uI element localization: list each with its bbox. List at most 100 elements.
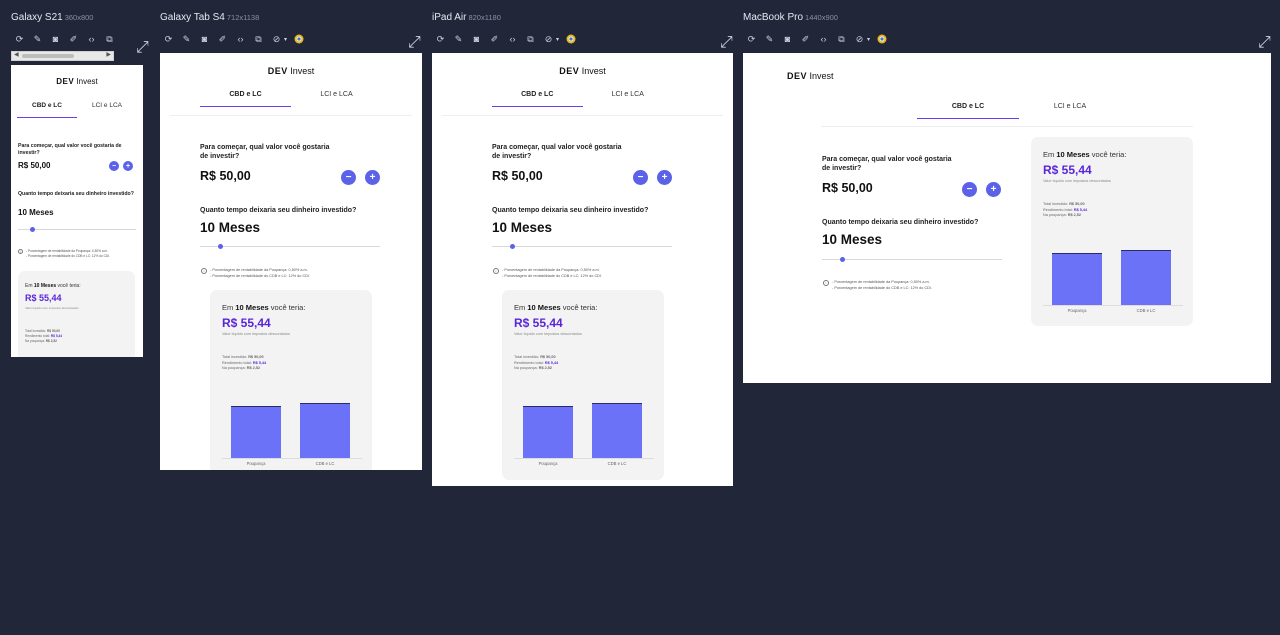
expand-icon[interactable]: ⤢ (136, 39, 149, 56)
result-value: R$ 55,44 (1043, 163, 1092, 177)
brush-icon[interactable]: ✐ (67, 33, 80, 45)
result-title: Em 10 Meses você teria: (514, 303, 598, 312)
amount-stepper: − + (962, 182, 1001, 197)
amount-value: R$ 50,00 (822, 181, 873, 195)
increase-button[interactable]: + (657, 170, 672, 185)
amount-stepper: − + (109, 161, 133, 171)
result-subtitle: Valor líquido com impostos descontados (514, 332, 582, 336)
result-card: Em 10 Meses você teria: R$ 55,44 Valor l… (502, 290, 664, 480)
eye-off-icon[interactable]: ⊘ (853, 33, 866, 45)
code-icon[interactable]: ‹› (506, 33, 519, 45)
logo: DEV Invest (559, 66, 606, 76)
device-toolbar: ⟳ ✎ ◙ ✐ ‹› ⧉ ⊘ ▾ (434, 33, 577, 45)
rates-notes: - Porcentagem de rentabilidade da Poupan… (502, 268, 603, 278)
device-toolbar: ⟳ ✎ ◙ ✐ ‹› ⧉ (13, 33, 116, 45)
tab-bar: CBD e LC LCI e LCA (917, 103, 1121, 119)
layout-icon[interactable]: ⧉ (835, 33, 848, 45)
decrease-button[interactable]: − (633, 170, 648, 185)
months-slider[interactable] (492, 244, 672, 249)
tab-cbd-lc[interactable]: CBD e LC (200, 91, 291, 107)
refresh-icon[interactable]: ⟳ (162, 33, 175, 45)
layout-icon[interactable]: ⧉ (252, 33, 265, 45)
increase-button[interactable]: + (123, 161, 133, 171)
slider-knob[interactable] (840, 257, 845, 262)
scroll-left-icon[interactable]: ◀ (14, 51, 19, 58)
tab-lci-lca[interactable]: LCI e LCA (1019, 103, 1121, 110)
logo: DEV Invest (267, 66, 315, 76)
expand-icon[interactable]: ⤢ (408, 34, 421, 51)
chart-axis (222, 458, 362, 459)
result-card: Em 10 Meses você teria: R$ 55,44 Valor l… (210, 290, 372, 470)
bar-cbd-lc (1121, 250, 1171, 305)
refresh-icon[interactable]: ⟳ (745, 33, 758, 45)
increase-button[interactable]: + (986, 182, 1001, 197)
scroll-thumb[interactable] (22, 54, 74, 58)
device-toolbar: ⟳ ✎ ◙ ✐ ‹› ⧉ ⊘ ▾ (745, 33, 888, 45)
refresh-icon[interactable]: ⟳ (13, 33, 26, 45)
months-slider[interactable] (18, 227, 136, 232)
brush-icon[interactable]: ✐ (216, 33, 229, 45)
logo: DEV Invest (787, 71, 834, 81)
edit-icon[interactable]: ✎ (452, 33, 465, 45)
decrease-button[interactable]: − (341, 170, 356, 185)
months-value: 10 Meses (822, 232, 883, 247)
bar-poupanca (523, 406, 573, 458)
amount-value: R$ 50,00 (492, 169, 543, 183)
scroll-right-icon[interactable]: ▶ (106, 51, 111, 58)
months-slider[interactable] (822, 257, 1002, 262)
expand-icon[interactable]: ⤢ (1258, 34, 1271, 51)
result-title: Em 10 Meses você teria: (25, 283, 81, 289)
tab-cbd-lc[interactable]: CBD e LC (492, 91, 583, 107)
amount-stepper: − + (341, 170, 380, 185)
horizontal-scrollbar[interactable]: ◀ ▶ (11, 51, 114, 61)
bar-cbd-lc (592, 403, 642, 458)
tab-cbd-lc[interactable]: CBD e LC (917, 103, 1019, 119)
chrome-icon[interactable] (564, 33, 577, 45)
tab-lci-lca[interactable]: LCI e LCA (291, 91, 382, 98)
slider-knob[interactable] (510, 244, 515, 249)
time-question: Quanto tempo deixaria seu dinheiro inves… (200, 207, 357, 214)
camera-icon[interactable]: ◙ (781, 33, 794, 45)
edit-icon[interactable]: ✎ (180, 33, 193, 45)
chrome-icon[interactable] (875, 33, 888, 45)
amount-question: Para começar, qual valor você gostaria d… (200, 144, 330, 161)
tab-lci-lca[interactable]: LCI e LCA (77, 102, 137, 109)
viewport-frame: DEV Invest CBD e LC LCI e LCA Para começ… (743, 53, 1271, 383)
tab-cbd-lc[interactable]: CBD e LC (17, 102, 77, 118)
chevron-down-icon[interactable]: ▾ (867, 36, 870, 43)
brush-icon[interactable]: ✐ (488, 33, 501, 45)
slider-knob[interactable] (30, 227, 35, 232)
code-icon[interactable]: ‹› (817, 33, 830, 45)
code-icon[interactable]: ‹› (85, 33, 98, 45)
camera-icon[interactable]: ◙ (49, 33, 62, 45)
chrome-icon[interactable] (292, 33, 305, 45)
edit-icon[interactable]: ✎ (763, 33, 776, 45)
eye-off-icon[interactable]: ⊘ (542, 33, 555, 45)
chevron-down-icon[interactable]: ▾ (556, 36, 559, 43)
bar-label-cbd-lc: CDB e LC (1136, 308, 1156, 313)
brush-icon[interactable]: ✐ (799, 33, 812, 45)
months-slider[interactable] (200, 244, 380, 249)
edit-icon[interactable]: ✎ (31, 33, 44, 45)
device-toolbar: ⟳ ✎ ◙ ✐ ‹› ⧉ ⊘ ▾ (162, 33, 305, 45)
result-subtitle: Valor líquido com impostos descontados (25, 306, 79, 310)
camera-icon[interactable]: ◙ (198, 33, 211, 45)
result-title: Em 10 Meses você teria: (222, 303, 306, 312)
code-icon[interactable]: ‹› (234, 33, 247, 45)
decrease-button[interactable]: − (962, 182, 977, 197)
layout-icon[interactable]: ⧉ (524, 33, 537, 45)
bar-poupanca (231, 406, 281, 458)
increase-button[interactable]: + (365, 170, 380, 185)
rates-notes: - Porcentagem de rentabilidade da Poupan… (210, 268, 311, 278)
expand-icon[interactable]: ⤢ (720, 34, 733, 51)
chevron-down-icon[interactable]: ▾ (284, 36, 287, 43)
camera-icon[interactable]: ◙ (470, 33, 483, 45)
tab-lci-lca[interactable]: LCI e LCA (583, 91, 674, 98)
refresh-icon[interactable]: ⟳ (434, 33, 447, 45)
decrease-button[interactable]: − (109, 161, 119, 171)
eye-off-icon[interactable]: ⊘ (270, 33, 283, 45)
result-details: Total investido: R$ 50,00 Rendimento tot… (25, 329, 63, 343)
result-card: Em 10 Meses você teria: R$ 55,44 Valor l… (1031, 137, 1193, 326)
slider-knob[interactable] (218, 244, 223, 249)
layout-icon[interactable]: ⧉ (103, 33, 116, 45)
